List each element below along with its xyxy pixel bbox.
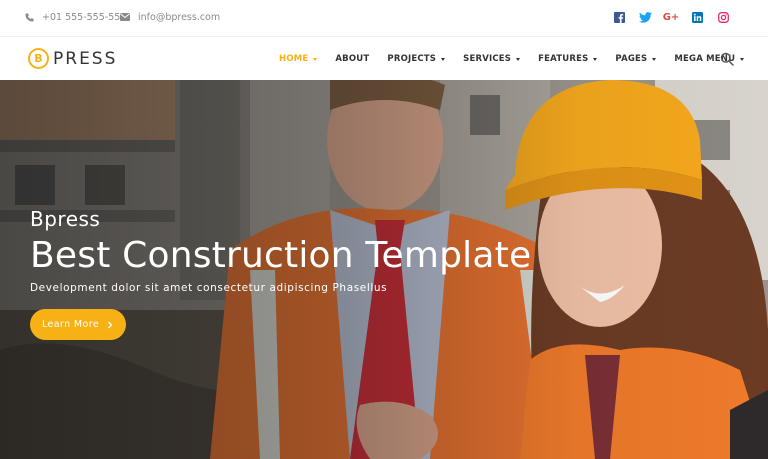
hero-title: Best Construction Template xyxy=(30,235,532,276)
nav-item-about[interactable]: ABOUT xyxy=(335,54,369,64)
linkedin-icon[interactable] xyxy=(690,10,704,24)
caret-down-icon xyxy=(313,57,318,61)
nav-item-pages[interactable]: PAGES xyxy=(615,54,657,64)
instagram-icon[interactable] xyxy=(716,10,730,24)
caret-down-icon xyxy=(593,57,598,61)
nav-item-home[interactable]: HOME xyxy=(279,54,318,64)
phone-contact[interactable]: +01 555-555-555 xyxy=(25,0,126,34)
envelope-icon xyxy=(120,13,130,21)
main-menu: HOME ABOUT PROJECTS SERVICES FEATURES PA… xyxy=(279,37,762,81)
hero-description: Development dolor sit amet consectetur a… xyxy=(30,282,388,294)
caret-down-icon xyxy=(516,57,521,61)
social-links: G+ xyxy=(612,10,730,24)
google-plus-icon[interactable]: G+ xyxy=(663,10,680,24)
caret-down-icon xyxy=(441,57,446,61)
hero-section: Bpress Best Construction Template Develo… xyxy=(0,80,768,459)
nav-item-projects[interactable]: PROJECTS xyxy=(387,54,446,64)
logo-mark: B xyxy=(28,48,49,69)
top-bar: +01 555-555-555 info@bpress.com G+ xyxy=(0,0,768,36)
email-contact[interactable]: info@bpress.com xyxy=(120,0,220,34)
hero-subtitle: Bpress xyxy=(30,207,101,231)
chevron-right-icon xyxy=(108,321,113,328)
learn-more-button[interactable]: Learn More xyxy=(30,309,126,340)
logo-text: PRESS xyxy=(53,48,118,69)
phone-number: +01 555-555-555 xyxy=(42,11,127,23)
search-icon[interactable] xyxy=(720,52,734,66)
caret-down-icon xyxy=(740,57,745,61)
hero-content: Bpress Best Construction Template Develo… xyxy=(30,207,531,340)
main-navbar: B PRESS HOME ABOUT PROJECTS SERVICES FEA… xyxy=(0,36,768,80)
nav-item-services[interactable]: SERVICES xyxy=(463,54,521,64)
learn-more-label: Learn More xyxy=(41,319,100,330)
twitter-icon[interactable] xyxy=(638,10,652,24)
caret-down-icon xyxy=(652,57,657,61)
facebook-icon[interactable] xyxy=(612,10,626,24)
nav-item-features[interactable]: FEATURES xyxy=(538,54,598,64)
logo[interactable]: B PRESS xyxy=(28,48,117,69)
email-address: info@bpress.com xyxy=(138,11,221,23)
phone-icon xyxy=(25,12,34,22)
